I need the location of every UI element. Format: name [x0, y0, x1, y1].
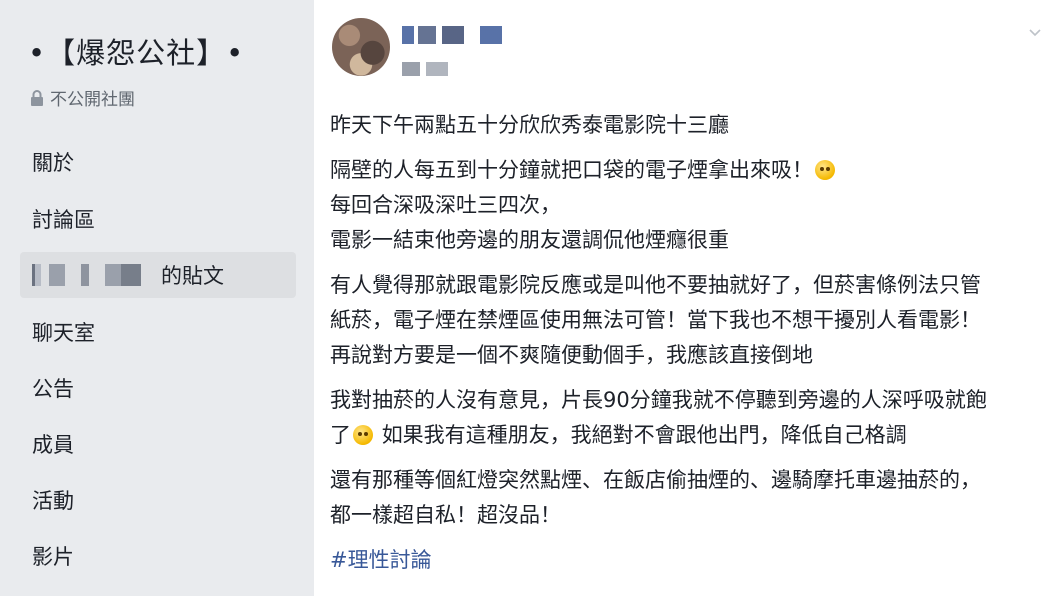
- post-paragraph: 還有那種等個紅燈突然點煙、在飯店偷抽煙的、邊騎摩托車邊抽菸的， 都一樣超自私！超…: [330, 463, 1046, 533]
- sidebar-item-members[interactable]: 成員: [20, 421, 296, 467]
- post-paragraph: 我對抽菸的人沒有意見，片長90分鐘我就不停聽到旁邊的人深呼吸就飽 了 如果我有這…: [330, 383, 1046, 453]
- post-line: 隔壁的人每五到十分鐘就把口袋的電子煙拿出來吸！: [330, 158, 813, 182]
- group-sidebar: •【爆怨公社】• 不公開社團 關於 討論區 的貼文 聊天室 公告 成員 活動 影…: [0, 0, 314, 596]
- sidebar-item-events[interactable]: 活動: [20, 477, 296, 523]
- sidebar-item-label: 聊天室: [32, 321, 95, 345]
- avatar[interactable]: [332, 18, 390, 76]
- sidebar-item-label: 公告: [32, 377, 74, 401]
- post-line: 紙菸，電子煙在禁煙區使用無法可管！當下我也不想干擾別人看電影！: [330, 308, 981, 332]
- sidebar-item-label: 關於: [32, 151, 74, 175]
- emoji-icon: [353, 425, 373, 445]
- chevron-down-icon[interactable]: [1028, 24, 1042, 38]
- post-line: 再說對方要是一個不爽隨便動個手，我應該直接倒地: [330, 343, 813, 367]
- lock-icon: [30, 89, 44, 106]
- blurred-member-name: [32, 264, 155, 286]
- post-line: 如果我有這種朋友，我絕對不會跟他出門，降低自己格調: [381, 423, 907, 447]
- post-line: 我對抽菸的人沒有意見，片長90分鐘我就不停聽到旁邊的人深呼吸就飽: [330, 388, 987, 412]
- sidebar-item-announcements[interactable]: 公告: [20, 365, 296, 411]
- sidebar-item-about[interactable]: 關於: [20, 139, 296, 185]
- sidebar-item-label: 活動: [32, 489, 74, 513]
- post-card: 昨天下午兩點五十分欣欣秀泰電影院十三廳 隔壁的人每五到十分鐘就把口袋的電子煙拿出…: [314, 0, 1060, 596]
- sidebar-item-label: 成員: [32, 433, 74, 457]
- sidebar-item-discussion[interactable]: 討論區: [20, 196, 296, 242]
- author-name-blurred[interactable]: [402, 26, 508, 44]
- group-title[interactable]: •【爆怨公社】•: [28, 30, 244, 72]
- sidebar-item-member-posts[interactable]: 的貼文: [20, 252, 296, 298]
- hashtag-link[interactable]: #理性討論: [330, 543, 1046, 578]
- sidebar-item-label: 影片: [32, 545, 74, 569]
- sidebar-item-videos[interactable]: 影片: [20, 533, 296, 579]
- post-line: 有人覺得那就跟電影院反應或是叫他不要抽就好了，但菸害條例法只管: [330, 273, 981, 297]
- post-paragraph: 昨天下午兩點五十分欣欣秀泰電影院十三廳: [330, 108, 1046, 143]
- post-body: 昨天下午兩點五十分欣欣秀泰電影院十三廳 隔壁的人每五到十分鐘就把口袋的電子煙拿出…: [330, 108, 1046, 578]
- post-timestamp-blurred[interactable]: [402, 62, 462, 76]
- post-line: 電影一結束他旁邊的朋友還調侃他煙癮很重: [330, 228, 729, 252]
- post-line: 了: [330, 423, 351, 447]
- privacy-label: 不公開社團: [50, 90, 135, 110]
- privacy-status: 不公開社團: [30, 85, 135, 110]
- sidebar-item-label: 的貼文: [161, 264, 224, 288]
- sidebar-item-label: 討論區: [32, 208, 95, 232]
- post-line: 昨天下午兩點五十分欣欣秀泰電影院十三廳: [330, 113, 729, 137]
- emoji-icon: [815, 160, 835, 180]
- post-paragraph: 隔壁的人每五到十分鐘就把口袋的電子煙拿出來吸！ 每回合深吸深吐三四次， 電影一結…: [330, 153, 1046, 258]
- post-line: 每回合深吸深吐三四次，: [330, 193, 561, 217]
- post-line: 都一樣超自私！超沒品！: [330, 503, 561, 527]
- post-line: 還有那種等個紅燈突然點煙、在飯店偷抽煙的、邊騎摩托車邊抽菸的，: [330, 468, 981, 492]
- sidebar-item-chat[interactable]: 聊天室: [20, 309, 296, 355]
- post-paragraph: 有人覺得那就跟電影院反應或是叫他不要抽就好了，但菸害條例法只管 紙菸，電子煙在禁…: [330, 268, 1046, 373]
